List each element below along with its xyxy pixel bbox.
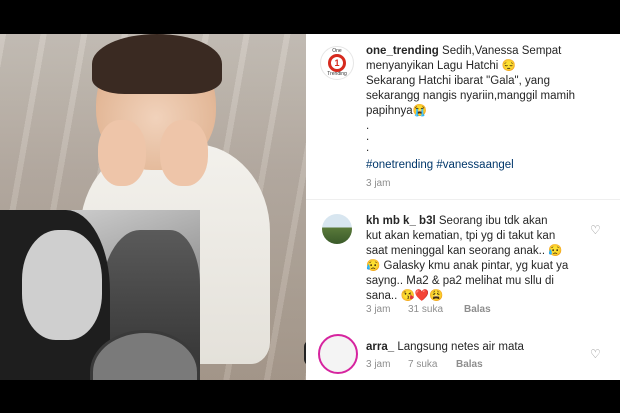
comment-avatar[interactable] (322, 214, 352, 244)
child-left-hand (98, 120, 146, 186)
caption-dot-1: . (366, 120, 370, 132)
caption-dot-2: . (366, 131, 370, 143)
comment-time: 3 jam (366, 304, 391, 315)
post-username[interactable]: one_trending (366, 45, 439, 57)
child-hair (92, 34, 222, 94)
comment-line: Seorang ibu tdk akan (438, 215, 548, 227)
comment-line: sayng.. Ma2 & pa2 melihat mu sllu di (366, 275, 554, 287)
caption-line-3: Sekarang Hatchi ibarat "Gala", yang (366, 75, 550, 87)
post-time: 3 jam (366, 178, 391, 189)
comment-likes[interactable]: 7 suka (408, 359, 437, 370)
comment-line: kut akan kematian, tpi yg di takut kan (366, 230, 556, 242)
comment-text: arra_ Langsung netes air mata (366, 340, 584, 355)
comment-text: kh mb k_ b3l Seorang ibu tdk akan kut ak… (366, 214, 584, 304)
screen-frame: One 1 Trending one_trending Sedih,Vaness… (0, 0, 620, 413)
comment-avatar[interactable] (318, 334, 358, 374)
comment-line: 😥 Galasky kmu anak pintar, yg kuat ya (366, 260, 569, 272)
one-trending-logo-icon: 1 (328, 54, 346, 72)
post-image[interactable] (0, 34, 306, 380)
logo-mark: 1 (334, 57, 340, 68)
reply-button[interactable]: Balas (456, 359, 483, 370)
heart-outline-icon[interactable]: ♡ (590, 348, 602, 360)
comment-line: Langsung netes air mata (397, 341, 524, 353)
post-caption: one_trending Sedih,Vanessa Sempat menyan… (366, 44, 608, 173)
comment-line: sana.. 😘❤️😩 (366, 290, 444, 302)
logo-bottom-text: Trending (327, 71, 347, 77)
post-author-avatar[interactable]: One 1 Trending (320, 46, 354, 80)
post-hashtags[interactable]: #onetrending #vanessaangel (366, 158, 608, 173)
child-right-hand (160, 120, 208, 186)
divider (306, 199, 620, 200)
inset-bw-photo (0, 210, 200, 380)
comment-username[interactable]: kh mb k_ b3l (366, 215, 436, 227)
caption-dot-3: . (366, 142, 370, 154)
comment-likes[interactable]: 31 suka (408, 304, 443, 315)
post-details-panel: One 1 Trending one_trending Sedih,Vaness… (306, 34, 620, 380)
caption-line-1: Sedih,Vanessa Sempat (442, 45, 562, 57)
caption-line-4: sekarangg nangis nyariin,manggil mamih (366, 90, 576, 102)
heart-outline-icon[interactable]: ♡ (590, 224, 602, 236)
comment-line: saat meninggal kan seorang anak.. 😥 (366, 245, 563, 257)
comment-time: 3 jam (366, 359, 391, 370)
comment-username[interactable]: arra_ (366, 341, 394, 353)
caption-line-2: menyanyikan Lagu Hatchi 😔 (366, 60, 516, 72)
inset-woman-face (22, 230, 102, 340)
caption-line-5: papihnya😭 (366, 105, 427, 117)
reply-button[interactable]: Balas (464, 304, 491, 315)
